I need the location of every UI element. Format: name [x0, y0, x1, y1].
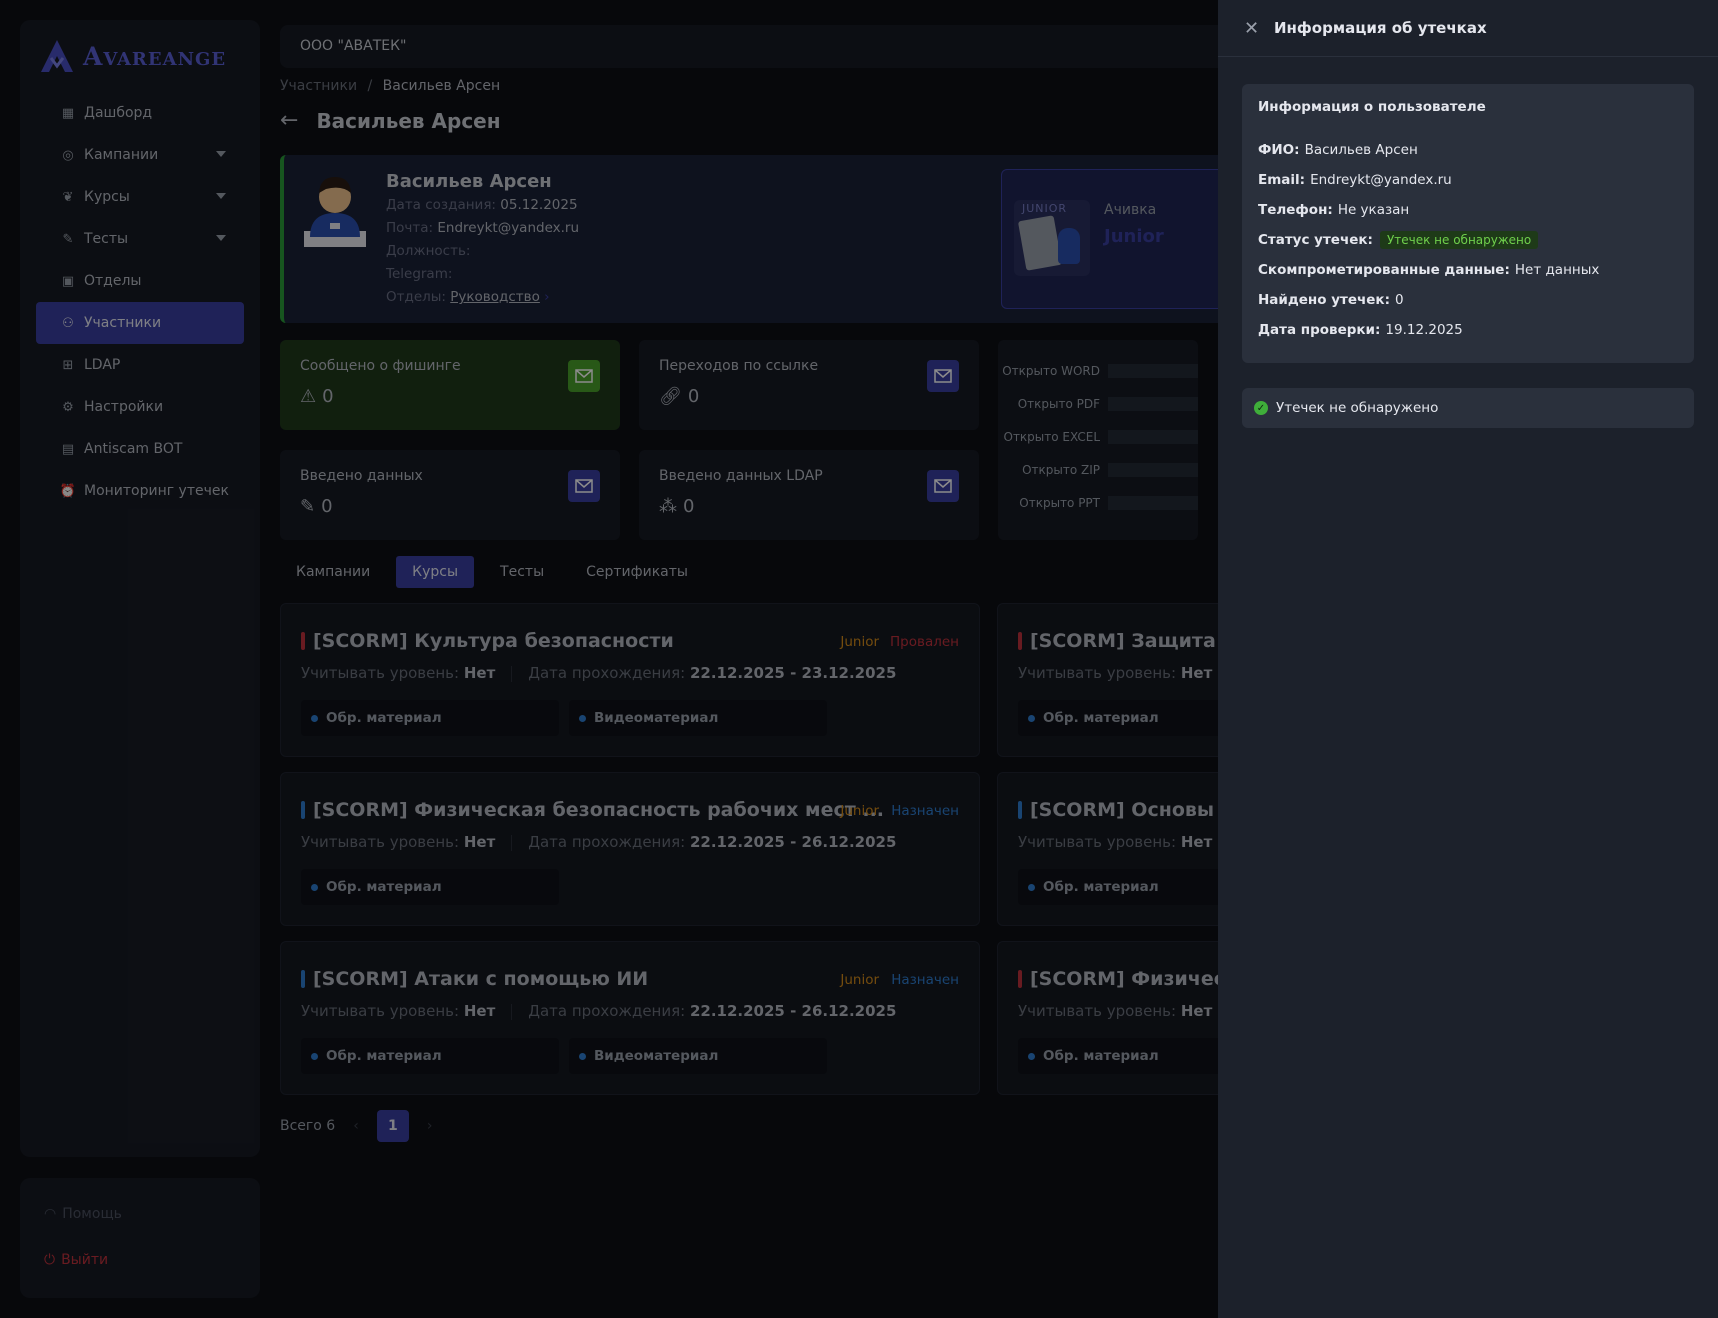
info-row-compromised: Скомпрометированные данные: Нет данных	[1258, 262, 1599, 278]
info-value: Васильев Арсен	[1304, 142, 1418, 158]
info-label: Дата проверки:	[1258, 322, 1381, 338]
info-value: Нет данных	[1514, 262, 1600, 278]
close-icon[interactable]: ✕	[1244, 18, 1259, 39]
info-label: ФИО:	[1258, 142, 1300, 158]
drawer-title: Информация об утечках	[1274, 19, 1487, 37]
check-circle-icon: ✓	[1254, 401, 1268, 415]
info-row-phone: Телефон: Не указан	[1258, 202, 1409, 218]
info-label: Email:	[1258, 172, 1306, 188]
info-row-email: Email: Endreykt@yandex.ru	[1258, 172, 1452, 188]
card-title: Информация о пользователе	[1258, 99, 1486, 115]
info-label: Статус утечек:	[1258, 232, 1373, 248]
info-row-check-date: Дата проверки: 19.12.2025	[1258, 322, 1463, 338]
info-row-name: ФИО: Васильев Арсен	[1258, 142, 1418, 158]
info-row-leaks-found: Найдено утечек: 0	[1258, 292, 1404, 308]
info-value: 0	[1395, 292, 1404, 308]
result-text: Утечек не обнаружено	[1276, 400, 1439, 416]
info-label: Телефон:	[1258, 202, 1333, 218]
info-value: Endreykt@yandex.ru	[1310, 172, 1452, 188]
modal-backdrop[interactable]	[0, 0, 1218, 1318]
info-value: Не указан	[1337, 202, 1410, 218]
status-badge: Утечек не обнаружено	[1379, 231, 1539, 249]
info-label: Найдено утечек:	[1258, 292, 1390, 308]
drawer-header: ✕ Информация об утечках	[1218, 0, 1718, 57]
result-banner: ✓ Утечек не обнаружено	[1242, 388, 1694, 428]
leak-info-drawer: ✕ Информация об утечках Информация о пол…	[1218, 0, 1718, 1318]
info-row-leak-status: Статус утечек: Утечек не обнаружено	[1258, 231, 1539, 249]
user-info-card: Информация о пользователе ФИО: Васильев А…	[1242, 84, 1694, 363]
info-value: 19.12.2025	[1385, 322, 1463, 338]
info-label: Скомпрометированные данные:	[1258, 262, 1510, 278]
